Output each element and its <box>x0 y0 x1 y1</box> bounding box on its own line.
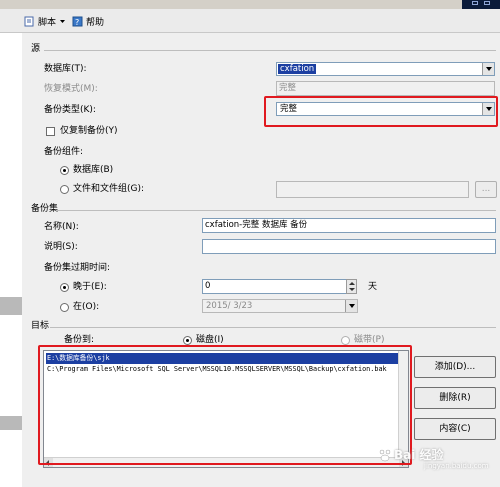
component-files-label: 文件和文件组(G): <box>73 184 145 194</box>
watermark-text: Bai 经验 <box>394 448 444 462</box>
backup-set-section-label: 备份集 <box>31 204 59 214</box>
expiry-label: 备份集过期时间: <box>44 263 111 273</box>
horizontal-scrollbar[interactable] <box>44 457 408 467</box>
top-strip <box>0 0 500 9</box>
database-label: 数据库(T): <box>44 64 87 74</box>
section-divider <box>50 327 496 328</box>
chevron-down-icon <box>482 63 494 75</box>
expire-days-input[interactable]: 0 <box>202 279 347 294</box>
watermark: Bai 经验 jingyan.baidu.com <box>378 446 489 470</box>
background-window-band <box>0 297 22 315</box>
help-button[interactable]: ? 帮助 <box>70 14 106 28</box>
browse-button[interactable]: ... <box>475 181 497 198</box>
window-title-controls <box>462 0 500 9</box>
component-database-label: 数据库(B) <box>73 165 114 175</box>
days-label: 天 <box>368 282 378 292</box>
chevron-down-icon <box>345 300 357 312</box>
component-database-radio[interactable] <box>60 166 69 175</box>
database-value: cxfation <box>278 64 317 74</box>
source-section-label: 源 <box>31 44 41 54</box>
section-divider <box>44 50 496 51</box>
description-input[interactable] <box>202 239 496 254</box>
expire-after-radio[interactable] <box>60 283 69 292</box>
component-files-radio[interactable] <box>60 185 69 194</box>
expire-after-label: 晚于(E): <box>73 282 107 292</box>
chevron-down-icon <box>60 19 66 23</box>
tape-radio <box>341 336 350 345</box>
backup-type-select[interactable]: 完整 <box>276 102 495 116</box>
background-window-band <box>0 416 22 430</box>
expire-date-select: 2015/ 3/23 <box>202 299 358 313</box>
backup-name-input[interactable]: cxfation-完整 数据库 备份 <box>202 218 496 233</box>
expire-days-value: 0 <box>205 281 211 291</box>
help-label: 帮助 <box>86 17 105 28</box>
list-item[interactable]: C:\Program Files\Microsoft SQL Server\MS… <box>46 364 387 375</box>
expire-on-radio[interactable] <box>60 303 69 312</box>
backup-type-label: 备份类型(K): <box>44 105 96 115</box>
svg-text:?: ? <box>75 18 79 27</box>
tape-label: 磁带(P) <box>354 335 385 345</box>
script-label: 脚本 <box>38 17 57 28</box>
add-button[interactable]: 添加(D)... <box>414 356 496 378</box>
destination-section-label: 目标 <box>31 321 50 331</box>
copy-only-checkbox[interactable] <box>46 127 55 136</box>
name-label: 名称(N): <box>44 222 79 232</box>
toolbar: 脚本 ? 帮助 <box>0 9 500 33</box>
list-item[interactable]: E:\数据库备份\sjk <box>46 353 406 364</box>
files-field <box>276 181 469 198</box>
days-spinner[interactable] <box>346 279 357 294</box>
script-icon <box>24 16 34 26</box>
expire-date-value: 2015/ 3/23 <box>206 301 253 311</box>
section-divider <box>56 210 496 211</box>
scroll-left-icon[interactable] <box>44 458 53 467</box>
remove-button[interactable]: 删除(R) <box>414 387 496 409</box>
database-select[interactable]: cxfation <box>276 62 495 76</box>
backup-name-value: cxfation-完整 数据库 备份 <box>205 220 308 230</box>
recovery-model-value: 完整 <box>279 83 297 93</box>
recovery-model-field: 完整 <box>276 81 495 96</box>
watermark-url: jingyan.baidu.com <box>424 462 489 470</box>
contents-button[interactable]: 内容(C) <box>414 418 496 440</box>
help-icon: ? <box>72 16 83 27</box>
backup-component-label: 备份组件: <box>44 147 84 157</box>
backup-to-label: 备份到: <box>64 335 95 345</box>
chevron-down-icon <box>482 103 494 115</box>
vertical-scrollbar[interactable] <box>398 351 408 457</box>
paw-logo-icon <box>379 449 391 461</box>
minimize-icon <box>472 1 478 5</box>
copy-only-label: 仅复制备份(Y) <box>60 126 118 136</box>
disk-label: 磁盘(I) <box>196 335 224 345</box>
expire-on-label: 在(O): <box>73 302 100 312</box>
recovery-model-label: 恢复模式(M): <box>44 84 98 94</box>
destination-list[interactable]: E:\数据库备份\sjk C:\Program Files\Microsoft … <box>43 350 409 468</box>
description-label: 说明(S): <box>44 242 78 252</box>
close-icon <box>484 1 490 5</box>
backup-type-value: 完整 <box>280 104 298 114</box>
script-button[interactable]: 脚本 <box>22 14 68 28</box>
disk-radio[interactable] <box>183 336 192 345</box>
